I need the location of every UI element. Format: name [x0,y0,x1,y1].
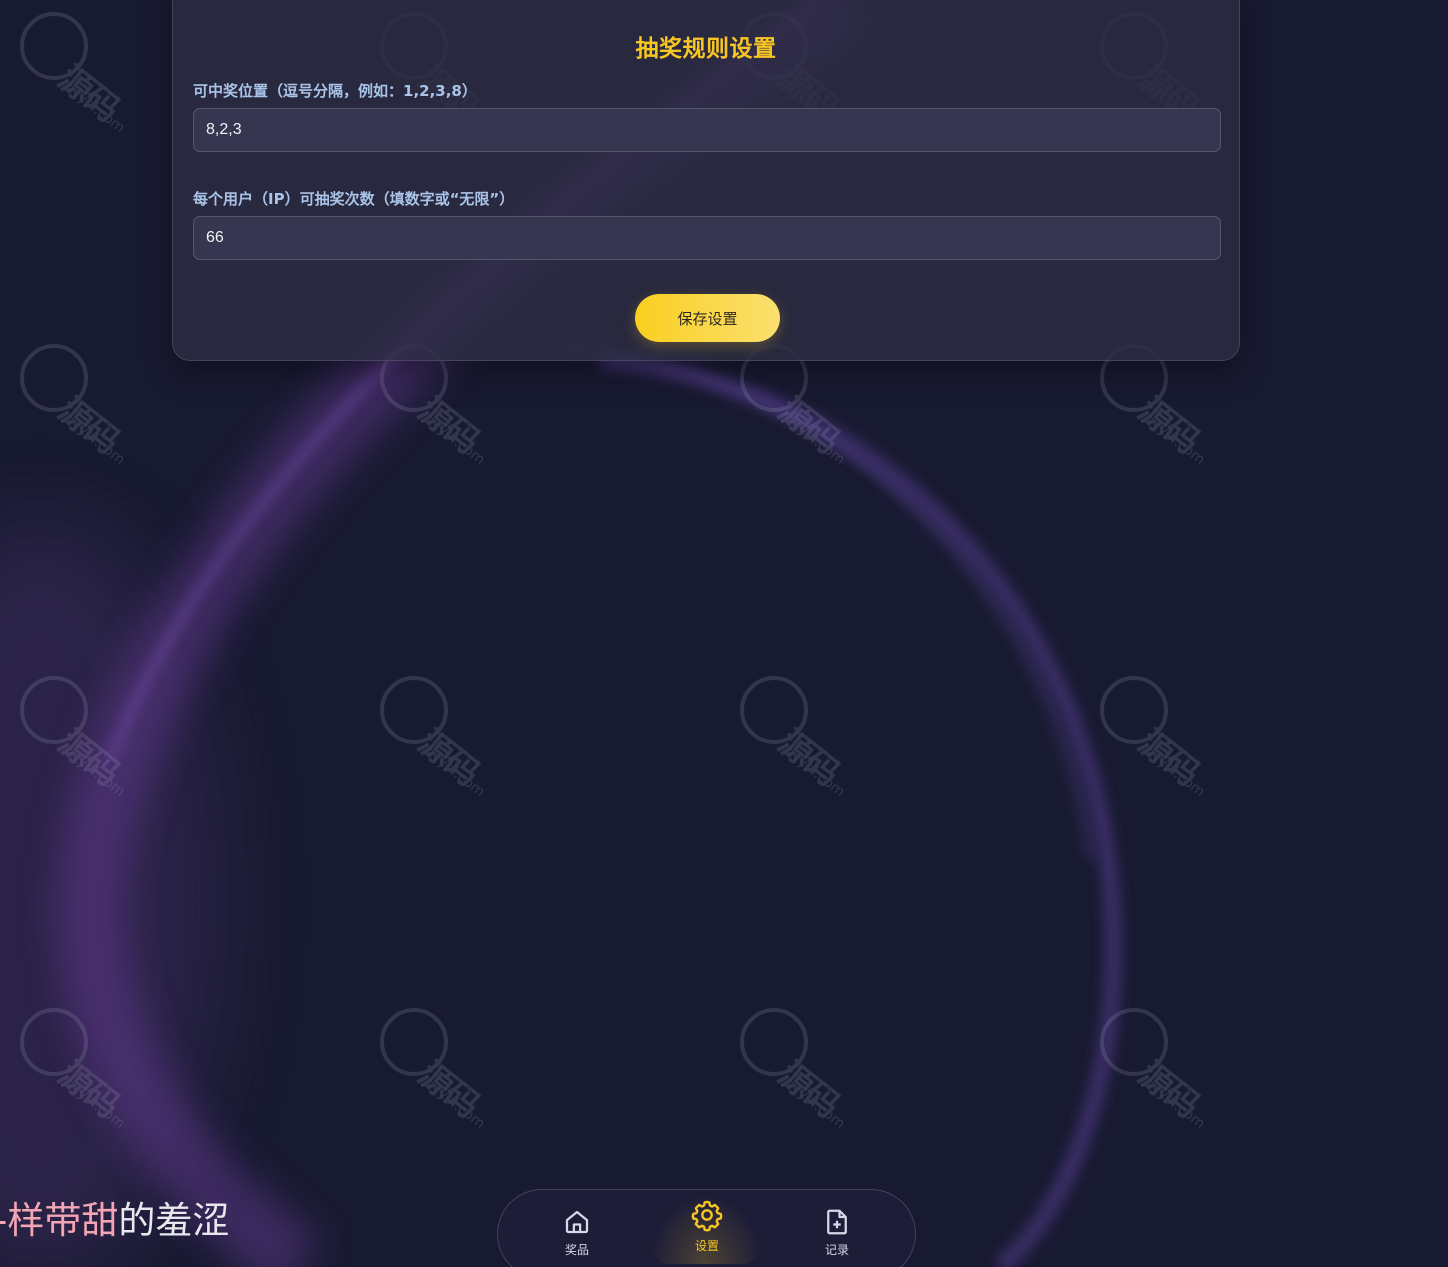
win-positions-input[interactable] [193,108,1221,152]
nav-item-prizes[interactable]: 奖品 [522,1190,632,1267]
gear-icon [691,1200,723,1232]
settings-title: 抽奖规则设置 [635,36,777,62]
lyric-highlighted: -样带甜 [0,1199,119,1242]
file-plus-icon [827,1209,847,1235]
home-icon [565,1210,589,1234]
settings-panel: 抽奖规则设置 可中奖位置（逗号分隔，例如：1,2,3,8） 每个用户（IP）可抽… [172,0,1240,361]
bottom-nav: 奖品 设置 记录 [497,1189,916,1267]
nav-item-settings[interactable]: 设置 [652,1190,762,1267]
lyric-rest: 的羞涩 [118,1199,230,1242]
win-positions-label: 可中奖位置（逗号分隔，例如：1,2,3,8） [193,82,477,100]
nav-label-records: 记录 [824,1243,849,1257]
draws-per-user-label: 每个用户（IP）可抽奖次数（填数字或“无限”） [193,190,515,208]
nav-label-settings: 设置 [694,1239,719,1253]
nav-item-records[interactable]: 记录 [782,1190,892,1267]
nav-label-prizes: 奖品 [564,1243,589,1257]
save-settings-button[interactable]: 保存设置 [635,294,780,342]
lyric-overlay: -样带甜的羞涩 [0,1190,229,1244]
draws-per-user-input[interactable] [193,216,1221,260]
